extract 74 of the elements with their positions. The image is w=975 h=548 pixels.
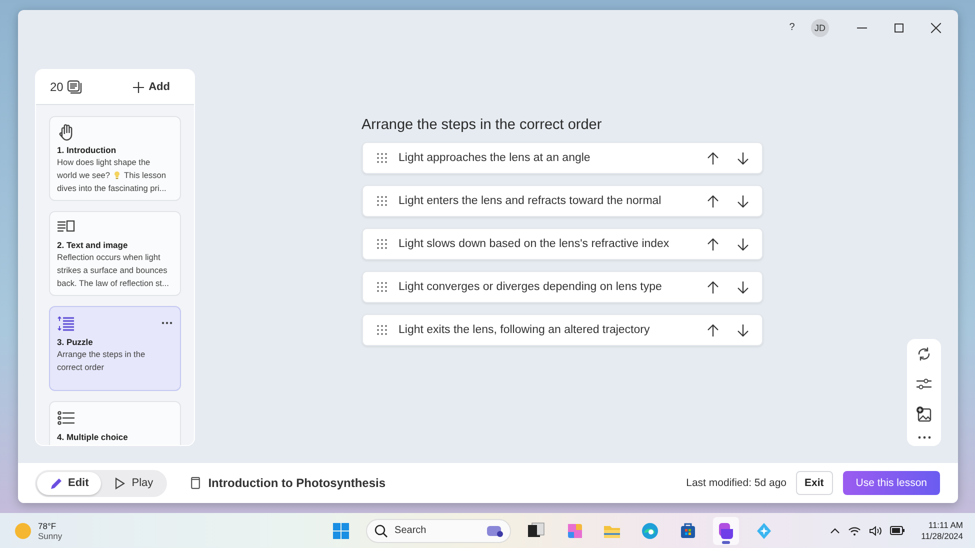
- lesson-title: Introduction to Photosynthesis: [208, 476, 386, 490]
- drag-handle-icon[interactable]: [376, 239, 386, 249]
- temperature-text: 78°F: [38, 520, 58, 530]
- use-lesson-button[interactable]: Use this lesson: [842, 471, 940, 495]
- volume-icon[interactable]: [869, 526, 882, 536]
- step-row[interactable]: Light slows down based on the lens's refractive index: [362, 228, 762, 260]
- step-row[interactable]: Light converges or diverges depending on lens type: [362, 271, 762, 303]
- sliders-icon: [916, 376, 932, 392]
- slides-icon: [67, 80, 84, 94]
- step-text: Light slows down based on the lens's refractive index: [398, 238, 670, 250]
- slide-description-line: back. The law of reflection st...: [57, 278, 170, 289]
- plus-icon[interactable]: [132, 82, 144, 92]
- slide-description-line: How does light shape the: [57, 157, 152, 168]
- exit-button[interactable]: Exit: [796, 471, 833, 495]
- drag-handle-icon[interactable]: [376, 325, 386, 335]
- drag-handle-icon[interactable]: [376, 282, 386, 292]
- wifi-icon[interactable]: [848, 526, 862, 536]
- bulleted-list-icon: [57, 409, 75, 427]
- slide-card[interactable]: 4. Multiple choice: [49, 401, 181, 445]
- browser-icon: [640, 520, 660, 540]
- slide-description-line: dives into the fascinating pri...: [57, 183, 168, 194]
- step-text: Light exits the lens, following an altered trajectory: [398, 324, 651, 336]
- drag-handle-icon[interactable]: [376, 196, 386, 206]
- drag-handle-icon[interactable]: [376, 153, 386, 163]
- slide-card[interactable]: 1. Introduction How does light shape the world we see? This lesson dives into the fascinating pri...: [49, 116, 181, 201]
- step-text: Light converges or diverges depending on lens type: [398, 281, 663, 293]
- more-options-icon: [918, 436, 930, 439]
- slide-description-line: This lesson: [124, 170, 166, 181]
- pencil-icon[interactable]: [49, 476, 62, 490]
- close-icon[interactable]: [930, 22, 940, 32]
- slide-description-line: world we see?: [57, 170, 110, 181]
- step-row[interactable]: Light exits the lens, following an altered trajectory: [362, 314, 762, 346]
- document-icon: [191, 477, 200, 489]
- refresh-icon: [916, 346, 932, 362]
- step-text: Light enters the lens and refracts toward the normal: [398, 195, 662, 207]
- slide-card[interactable]: 3. Puzzle Arrange the steps in the correct order: [49, 306, 181, 391]
- slide-description-line: strikes a surface and bounces: [57, 265, 168, 276]
- clock-date[interactable]: 11/28/2024: [921, 530, 964, 542]
- question-title: Arrange the steps in the correct order: [362, 117, 603, 133]
- weather-condition: Sunny: [38, 530, 62, 540]
- numbered-list-icon: [57, 314, 75, 332]
- add-image-button[interactable]: [915, 405, 933, 423]
- play-icon[interactable]: [112, 476, 126, 490]
- search-field[interactable]: Search: [366, 518, 511, 542]
- help-button[interactable]: ?: [777, 22, 807, 33]
- slide-description-line: Arrange the steps in the: [57, 349, 146, 360]
- hand-icon: [57, 123, 75, 141]
- more-options-icon[interactable]: [161, 321, 173, 325]
- slide-title: 3. Puzzle: [57, 337, 94, 347]
- slide-title: 2. Text and image: [57, 240, 129, 250]
- lightbulb-icon: [114, 171, 120, 180]
- slide-card[interactable]: 2. Text and image Reflection occurs when light strikes a surface and bounces back. The law of reflection st...: [49, 211, 181, 296]
- sun-icon: [14, 522, 32, 540]
- step-row[interactable]: Light enters the lens and refracts toward the normal: [362, 185, 762, 217]
- step-row[interactable]: Light approaches the lens at an angle: [362, 142, 762, 174]
- step-text: Light approaches the lens at an angle: [398, 152, 592, 164]
- clock-time[interactable]: 11:11 AM: [928, 520, 964, 530]
- edit-mode-tab[interactable]: Edit: [37, 472, 101, 494]
- battery-icon[interactable]: [890, 526, 906, 535]
- slide-description-line: Reflection occurs when light: [57, 252, 162, 263]
- slide-title: 1. Introduction: [57, 145, 118, 155]
- four-squares-icon[interactable]: [332, 522, 350, 540]
- maximize-icon[interactable]: [894, 22, 904, 32]
- more-options-button[interactable]: [916, 435, 932, 440]
- add-image-icon: [916, 406, 932, 422]
- slide-count: 20: [50, 80, 64, 94]
- last-modified-text: Last modified: 5d ago: [686, 477, 787, 489]
- add-slide-button[interactable]: Add: [130, 79, 172, 95]
- user-avatar[interactable]: JD: [811, 18, 829, 36]
- search-icon: [374, 524, 388, 538]
- slide-title: 4. Multiple choice: [57, 432, 129, 442]
- chevron-up-icon[interactable]: [830, 528, 840, 534]
- slide-description-line: correct order: [57, 362, 106, 373]
- play-mode-tab[interactable]: Play: [100, 472, 166, 494]
